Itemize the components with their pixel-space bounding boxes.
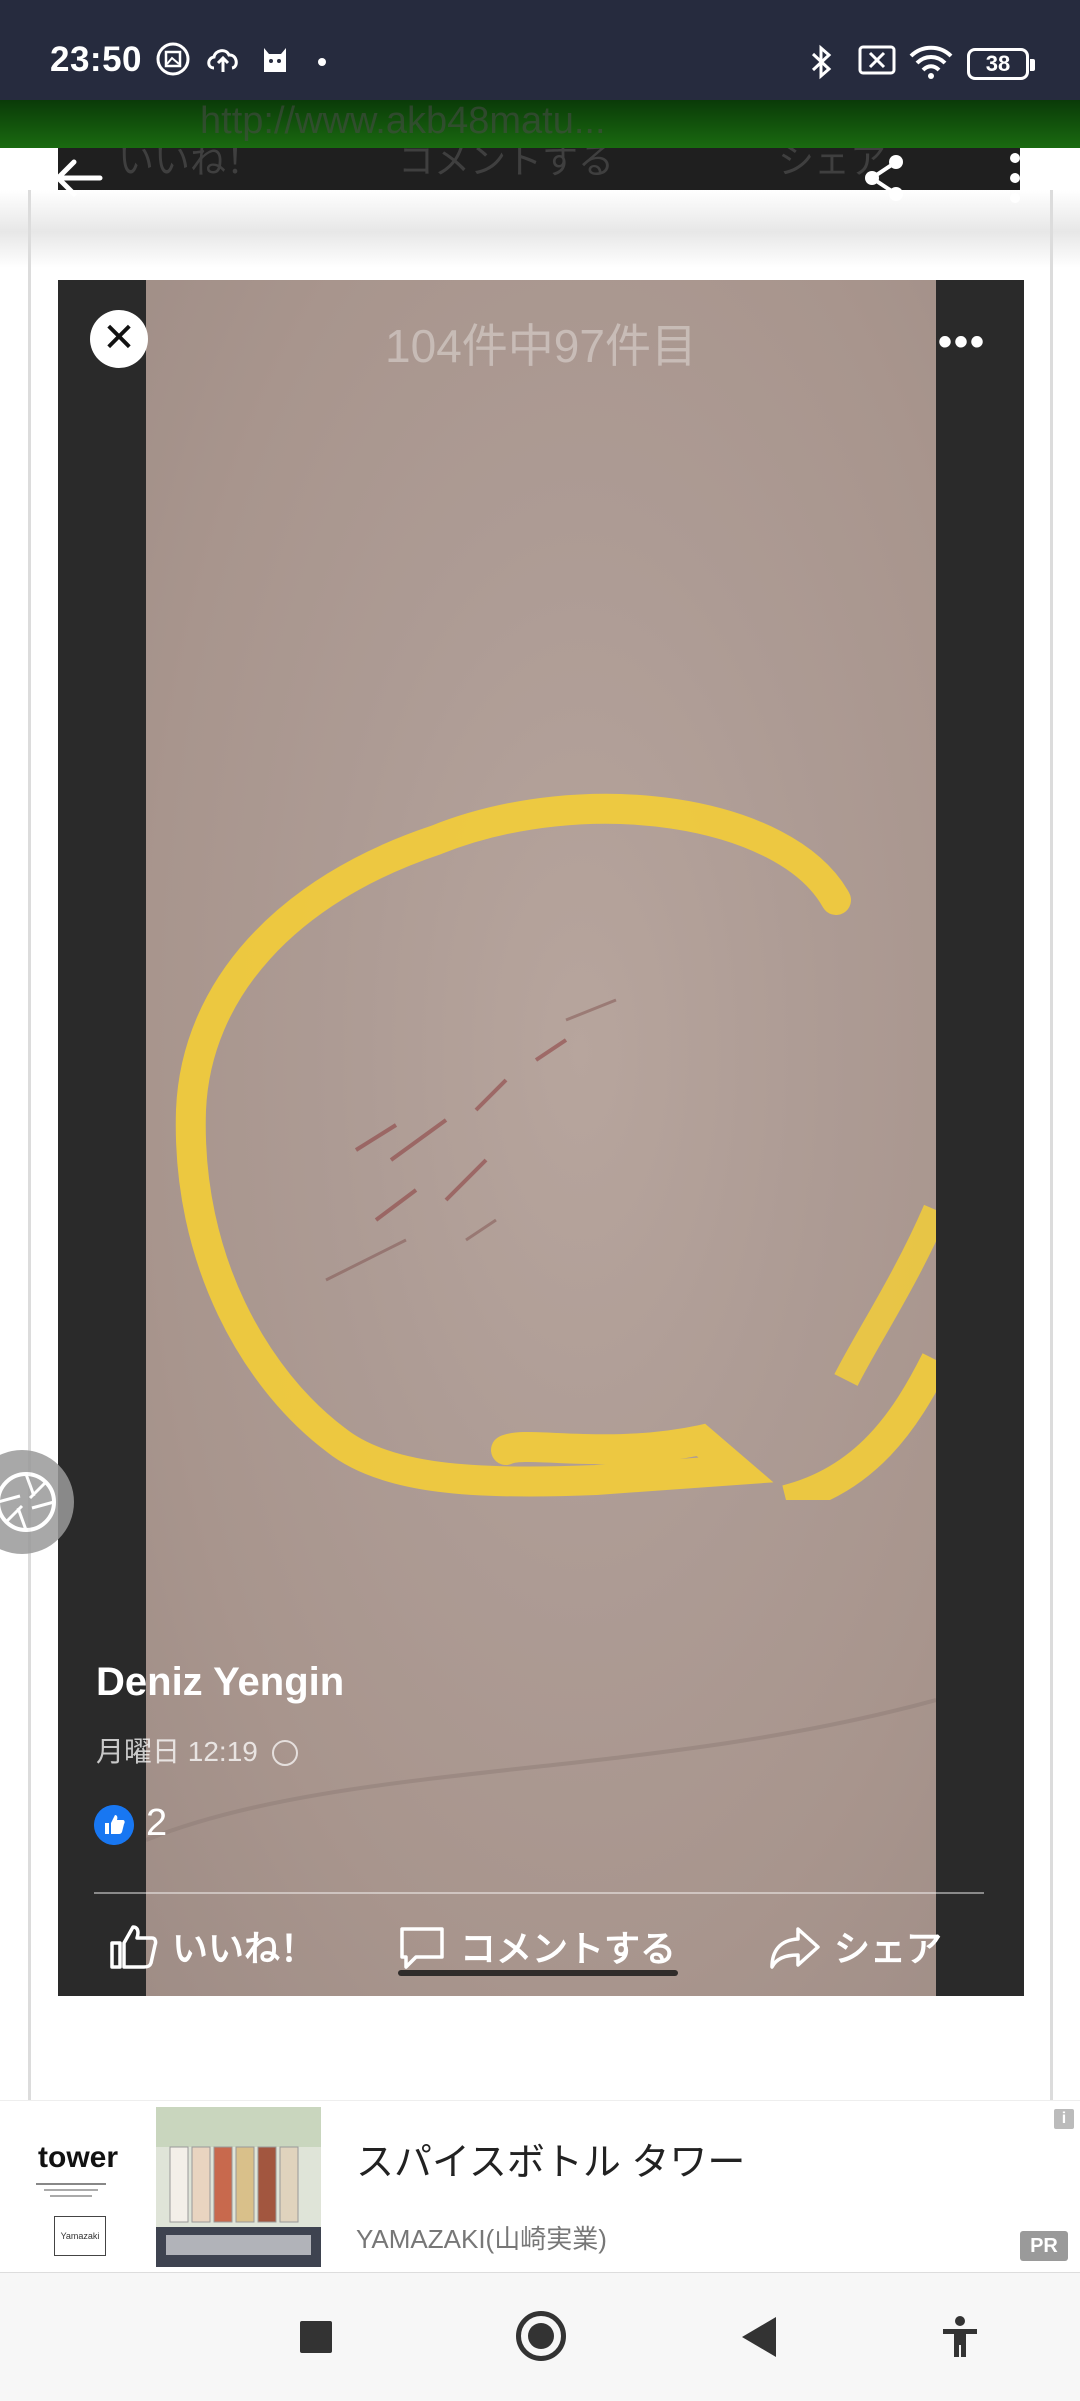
nav-back-icon[interactable]	[742, 2317, 776, 2357]
ad-product-image[interactable]	[156, 2107, 321, 2267]
floating-shutter-button[interactable]	[0, 1450, 74, 1554]
share-icon[interactable]	[860, 150, 908, 206]
gesture-bar	[398, 1970, 678, 1976]
recents-icon[interactable]	[300, 2321, 332, 2353]
post-time-text: 月曜日 12:19	[96, 1736, 258, 1767]
ad-pr-badge: PR	[1020, 2231, 1068, 2261]
like-action-label: いいね！	[172, 1928, 317, 1969]
embedded-post-image[interactable]: 104件中97件目 ✕ ••• Deniz Yengin 月曜日 12:19 2…	[58, 280, 1024, 1996]
ad-banner[interactable]: tower Yamazaki スパイスボトル タワー YAMAZAKI(山崎実業…	[0, 2100, 1080, 2273]
more-horiz-icon[interactable]: •••	[938, 320, 986, 365]
spice-bottles-image	[156, 2107, 321, 2267]
thumbs-up-icon	[110, 1925, 158, 1969]
comment-bubble-icon	[400, 1927, 444, 1969]
like-badge-icon	[94, 1805, 134, 1845]
like-action-button[interactable]: いいね！	[108, 1920, 316, 1972]
comment-action-label: コメントする	[460, 1928, 677, 1969]
globe-icon	[271, 1740, 298, 1766]
share-arrow-icon	[770, 1927, 820, 1969]
page-frame-right	[1050, 190, 1053, 2100]
ad-title[interactable]: スパイスボトル タワー	[356, 2131, 745, 2186]
post-time: 月曜日 12:19	[96, 1730, 298, 1770]
notification-dot	[318, 58, 326, 66]
cloud-upload-icon	[207, 49, 238, 72]
background-url-strip: http://www.akb48matu...	[0, 100, 1080, 148]
status-time: 23:50	[50, 40, 143, 79]
wifi-icon	[909, 45, 953, 79]
accessibility-icon[interactable]	[940, 2315, 980, 2359]
system-navigation-bar	[0, 2272, 1080, 2401]
back-arrow-icon[interactable]	[50, 150, 106, 206]
shutter-icon	[0, 1472, 56, 1532]
close-icon[interactable]: ✕	[90, 310, 148, 368]
bluetooth-icon	[811, 44, 832, 80]
post-divider	[94, 1892, 984, 1894]
photo-icon	[156, 42, 190, 76]
status-bar: 23:50 38	[0, 0, 1080, 100]
share-action-label: シェア	[834, 1928, 943, 1969]
obscured-comment-text: コメントする	[398, 148, 615, 181]
comment-action-button[interactable]: コメントする	[396, 1920, 676, 1972]
ad-advertiser: YAMAZAKI(山崎実業)	[356, 2224, 607, 2254]
ad-logo-text: tower	[38, 2141, 119, 2174]
cat-icon	[264, 48, 286, 72]
poster-name[interactable]: Deniz Yengin	[96, 1660, 344, 1705]
share-action-button[interactable]: シェア	[768, 1920, 942, 1972]
background-url-text: http://www.akb48matu...	[200, 100, 606, 142]
battery-icon: 38	[967, 48, 1035, 80]
home-icon[interactable]	[516, 2311, 566, 2361]
yellow-highlight-circle	[175, 793, 936, 1500]
more-vert-icon[interactable]	[1000, 150, 1030, 206]
obscured-like-text: いいね！	[118, 148, 263, 181]
image-counter: 104件中97件目	[385, 320, 697, 372]
sim-off-icon	[858, 45, 896, 75]
ad-info-icon[interactable]: i	[1054, 2109, 1074, 2129]
page-frame-left	[28, 190, 31, 2100]
like-count: 2	[146, 1802, 168, 1844]
ad-logo-box: Yamazaki	[54, 2216, 106, 2256]
ad-logo-subtext	[36, 2183, 106, 2197]
